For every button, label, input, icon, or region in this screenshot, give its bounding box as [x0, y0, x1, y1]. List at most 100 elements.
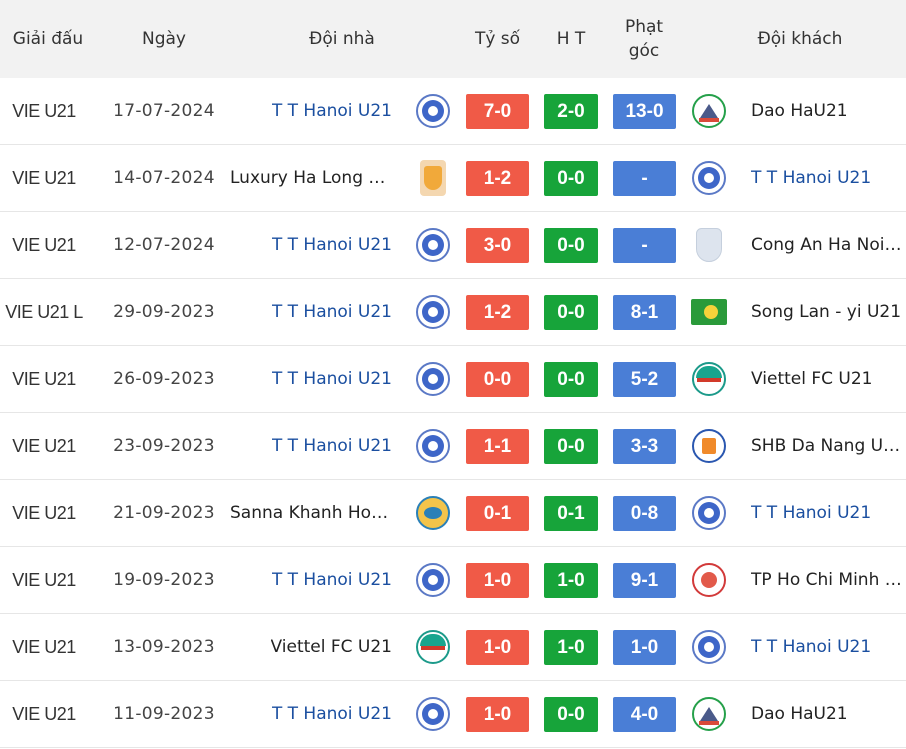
away-team[interactable]: Dao HaU21 [751, 681, 903, 747]
home-team-name[interactable]: T T Hanoi U21 [272, 302, 392, 322]
table-row[interactable]: VIE U21 13-09-2023 Viettel FC U21 1-0 1-0 1-0… [0, 614, 906, 681]
home-team[interactable]: T T Hanoi U21 [230, 547, 392, 613]
hanoi-logo-icon [416, 362, 450, 396]
table-row[interactable]: VIE U21 23-09-2023 T T Hanoi U21 1-1 0-0 3-3 S… [0, 413, 906, 480]
away-team[interactable]: TP Ho Chi Minh U21 [751, 547, 903, 613]
hanoi-logo-icon [416, 295, 450, 329]
home-team-name[interactable]: Sanna Khanh Hoa U21 [230, 503, 392, 523]
hanoi-logo-icon [416, 94, 450, 128]
league-cell[interactable]: VIE U21 [0, 480, 88, 546]
away-team-name[interactable]: T T Hanoi U21 [751, 503, 871, 523]
table-body: VIE U21 17-07-2024 T T Hanoi U21 7-0 2-0 13-0… [0, 78, 906, 748]
league-cell[interactable]: VIE U21 [0, 547, 88, 613]
score-badge[interactable]: 1-2 [466, 295, 529, 330]
daohau-logo-icon [692, 697, 726, 731]
table-row[interactable]: VIE U21 11-09-2023 T T Hanoi U21 1-0 0-0 4-0 D… [0, 681, 906, 748]
hanoi-logo-icon [416, 697, 450, 731]
home-team-name[interactable]: T T Hanoi U21 [272, 369, 392, 389]
header-date: Ngày [142, 29, 186, 49]
hanoi-logo-icon [416, 228, 450, 262]
home-team-name[interactable]: T T Hanoi U21 [272, 704, 392, 724]
away-team-logo [688, 279, 730, 345]
league-cell[interactable]: VIE U21 [0, 614, 88, 680]
table-row[interactable]: VIE U21 19-09-2023 T T Hanoi U21 1-0 1-0 9-1 T… [0, 547, 906, 614]
away-team[interactable]: T T Hanoi U21 [751, 145, 903, 211]
home-team[interactable]: Viettel FC U21 [230, 614, 392, 680]
home-team-name[interactable]: T T Hanoi U21 [272, 570, 392, 590]
table-row[interactable]: VIE U21 26-09-2023 T T Hanoi U21 0-0 0-0 5-2 V… [0, 346, 906, 413]
half-time-badge: 0-1 [544, 496, 598, 531]
header-home-team: Đội nhà [309, 29, 375, 49]
league-cell[interactable]: VIE U21 [0, 681, 88, 747]
score-badge[interactable]: 1-0 [466, 563, 529, 598]
home-team-name[interactable]: T T Hanoi U21 [272, 101, 392, 121]
home-team[interactable]: T T Hanoi U21 [230, 413, 392, 479]
away-team[interactable]: Cong An Ha Noi U21 [751, 212, 903, 278]
corner-badge: 3-3 [613, 429, 676, 464]
home-team-name[interactable]: Luxury Ha Long U21 [230, 168, 392, 188]
away-team-name[interactable]: Song Lan - yi U21 [751, 302, 901, 322]
away-team-name[interactable]: Viettel FC U21 [751, 369, 872, 389]
away-team-name[interactable]: Dao HaU21 [751, 704, 848, 724]
score-badge[interactable]: 0-0 [466, 362, 529, 397]
home-team-name[interactable]: T T Hanoi U21 [272, 235, 392, 255]
hanoi-logo-icon [692, 630, 726, 664]
table-row[interactable]: VIE U21 17-07-2024 T T Hanoi U21 7-0 2-0 13-0… [0, 78, 906, 145]
away-team-name[interactable]: T T Hanoi U21 [751, 168, 871, 188]
home-team[interactable]: T T Hanoi U21 [230, 346, 392, 412]
score-badge[interactable]: 1-1 [466, 429, 529, 464]
corner-badge: 13-0 [613, 94, 676, 129]
header-corners: Phạt góc [624, 17, 664, 61]
table-row[interactable]: VIE U21 L 29-09-2023 T T Hanoi U21 1-2 0-0 8-… [0, 279, 906, 346]
corner-badge: 1-0 [613, 630, 676, 665]
home-team-name[interactable]: T T Hanoi U21 [272, 436, 392, 456]
home-team[interactable]: T T Hanoi U21 [230, 279, 392, 345]
league-cell[interactable]: VIE U21 [0, 145, 88, 211]
away-team-name[interactable]: Dao HaU21 [751, 101, 848, 121]
table-row[interactable]: VIE U21 21-09-2023 Sanna Khanh Hoa U21 0-1 0… [0, 480, 906, 547]
away-team-logo [688, 413, 730, 479]
score-badge[interactable]: 1-0 [466, 630, 529, 665]
home-team[interactable]: T T Hanoi U21 [230, 212, 392, 278]
home-team[interactable]: T T Hanoi U21 [230, 78, 392, 144]
table-row[interactable]: VIE U21 14-07-2024 Luxury Ha Long U21 1-2 0-… [0, 145, 906, 212]
date-cell: 11-09-2023 [113, 704, 215, 724]
score-badge[interactable]: 3-0 [466, 228, 529, 263]
score-badge[interactable]: 7-0 [466, 94, 529, 129]
away-team-name[interactable]: T T Hanoi U21 [751, 637, 871, 657]
congan-logo-icon [696, 228, 722, 262]
hanoi-logo-icon [416, 429, 450, 463]
league-cell[interactable]: VIE U21 [0, 346, 88, 412]
half-time-badge: 0-0 [544, 697, 598, 732]
header-away-team: Đội khách [757, 29, 843, 49]
away-team[interactable]: T T Hanoi U21 [751, 480, 903, 546]
away-team-logo [688, 681, 730, 747]
score-badge[interactable]: 0-1 [466, 496, 529, 531]
away-team[interactable]: Song Lan - yi U21 [751, 279, 903, 345]
away-team[interactable]: T T Hanoi U21 [751, 614, 903, 680]
away-team[interactable]: Viettel FC U21 [751, 346, 903, 412]
date-cell: 23-09-2023 [113, 436, 215, 456]
away-team[interactable]: SHB Da Nang U21 [751, 413, 903, 479]
home-team[interactable]: Luxury Ha Long U21 [230, 145, 392, 211]
league-cell[interactable]: VIE U21 L [0, 279, 88, 345]
away-team-name[interactable]: SHB Da Nang U21 [751, 436, 903, 456]
away-team[interactable]: Dao HaU21 [751, 78, 903, 144]
away-team-logo [688, 480, 730, 546]
league-cell[interactable]: VIE U21 [0, 212, 88, 278]
league-cell[interactable]: VIE U21 [0, 78, 88, 144]
table-row[interactable]: VIE U21 12-07-2024 T T Hanoi U21 3-0 0-0- Con… [0, 212, 906, 279]
date-cell: 12-07-2024 [113, 235, 215, 255]
league-cell[interactable]: VIE U21 [0, 413, 88, 479]
score-badge[interactable]: 1-2 [466, 161, 529, 196]
away-team-name[interactable]: TP Ho Chi Minh U21 [751, 570, 903, 590]
home-team[interactable]: T T Hanoi U21 [230, 681, 392, 747]
header-league: Giải đấu [12, 29, 84, 49]
home-team-name[interactable]: Viettel FC U21 [271, 637, 392, 657]
home-team-logo [412, 547, 454, 613]
away-team-name[interactable]: Cong An Ha Noi U21 [751, 235, 903, 255]
home-team[interactable]: Sanna Khanh Hoa U21 [230, 480, 392, 546]
score-badge[interactable]: 1-0 [466, 697, 529, 732]
half-time-badge: 1-0 [544, 630, 598, 665]
home-team-logo [412, 614, 454, 680]
